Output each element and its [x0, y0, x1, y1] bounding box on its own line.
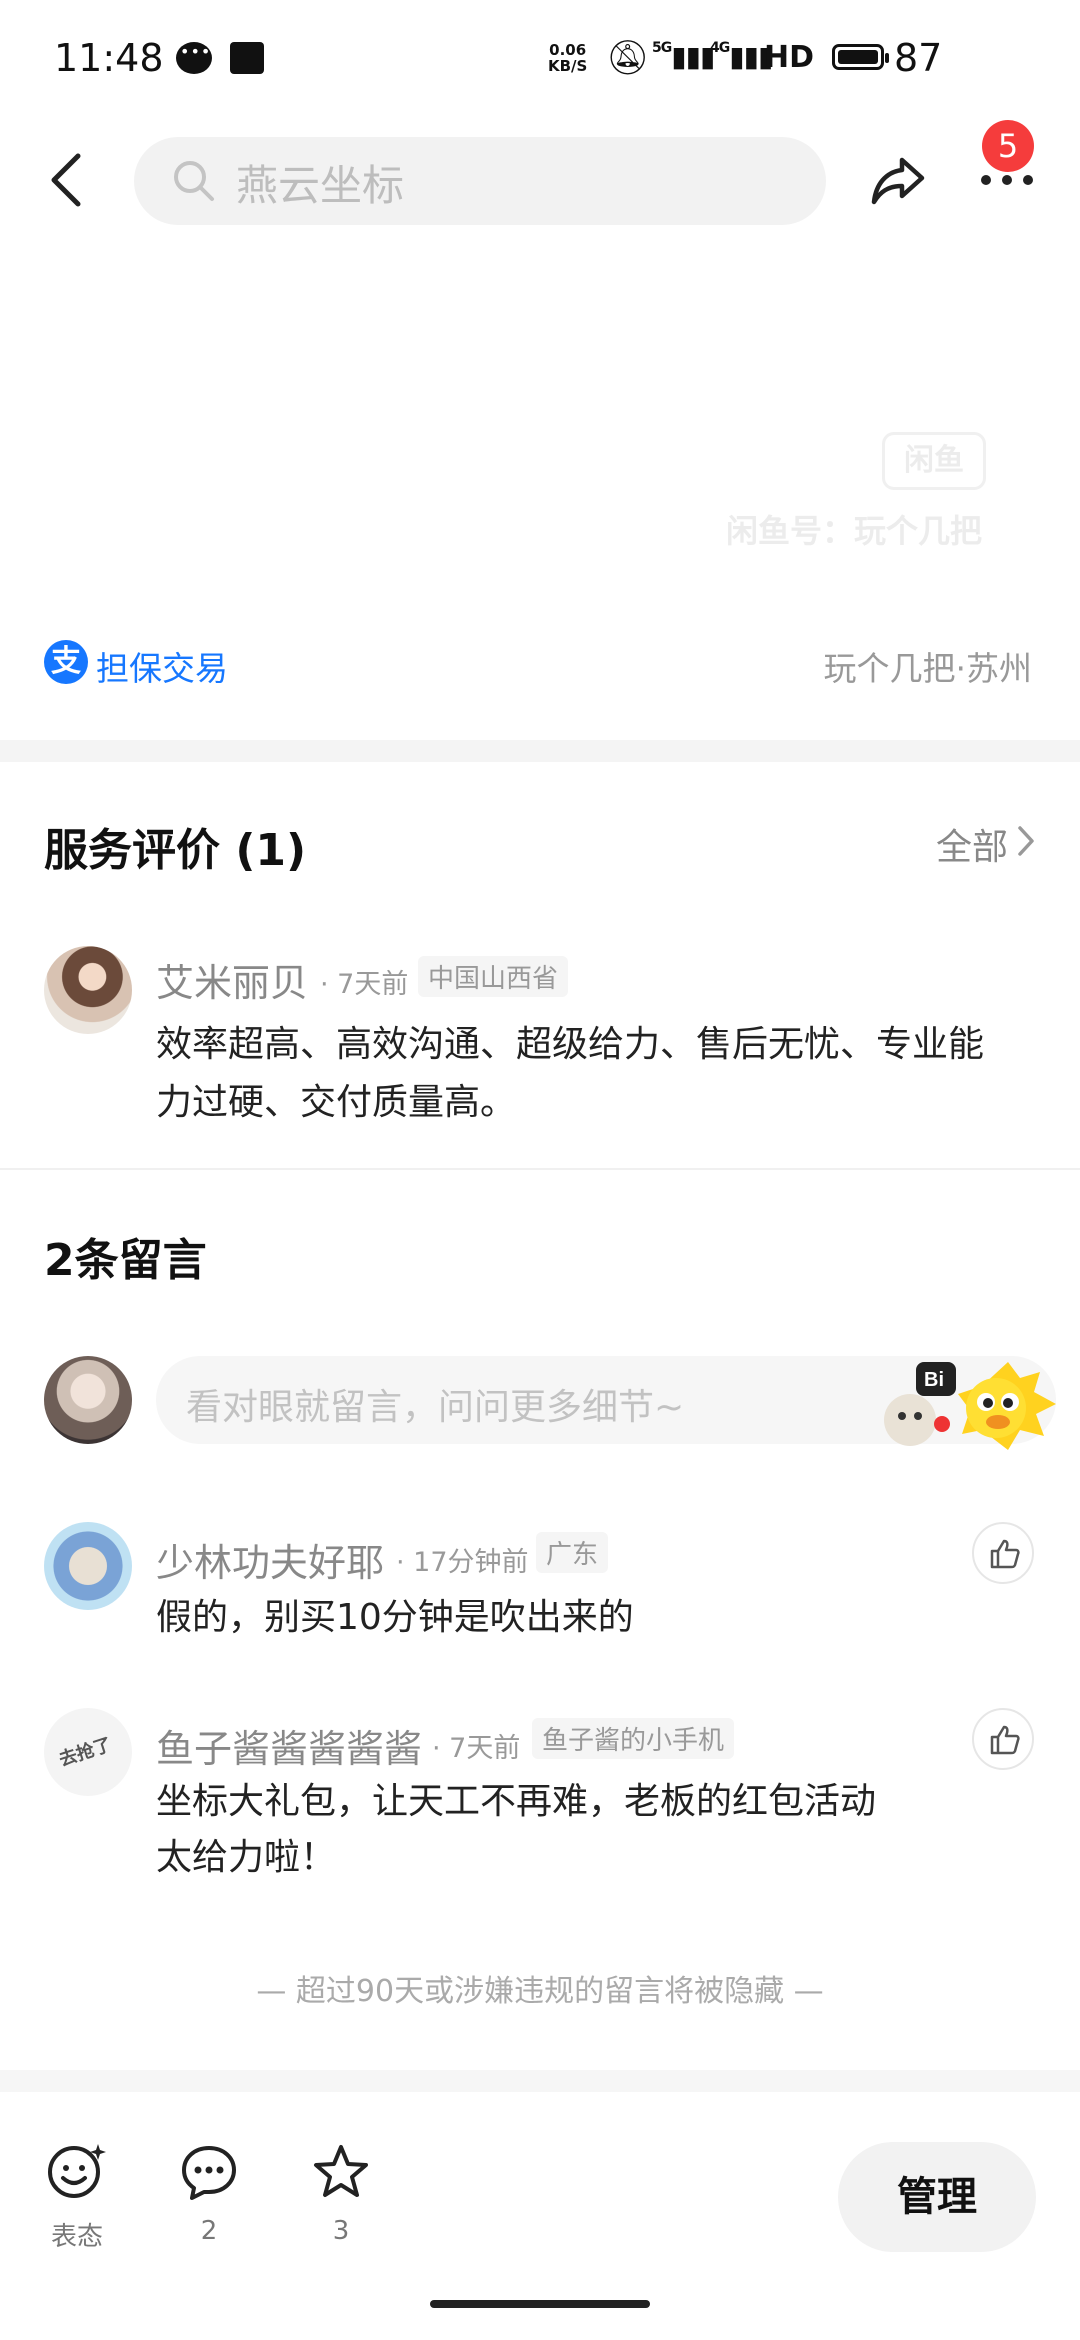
signal-5g: 5G▮▮▮ — [652, 40, 715, 73]
section-divider-line — [0, 1168, 1080, 1170]
network-speed-value: 0.06 — [549, 41, 587, 59]
bottom-divider — [0, 2070, 1080, 2092]
hidden-comments-note: — 超过90天或涉嫌违规的留言将被隐藏 — — [256, 1974, 824, 2009]
comments-title: 2条留言 — [44, 1235, 207, 1286]
fish-mascot-icon: Bi — [858, 1352, 1058, 1452]
hd-indicator: HD — [764, 40, 815, 75]
comment-count: 2 — [200, 2216, 218, 2246]
mute-bell-icon: 🔕︎ — [606, 38, 650, 78]
manage-button[interactable]: 管理 — [838, 2142, 1036, 2252]
search-icon — [170, 157, 218, 205]
home-indicator[interactable] — [430, 2300, 650, 2308]
battery-icon — [832, 44, 889, 70]
chevron-right-icon[interactable] — [1016, 824, 1036, 858]
search-input-text[interactable]: 燕云坐标 — [236, 152, 404, 213]
comment-time: · 17分钟前 — [396, 1547, 529, 1578]
back-arrow-icon[interactable] — [46, 150, 88, 210]
signal-5g-label: 5G — [652, 40, 672, 56]
reviewer-avatar[interactable] — [44, 946, 132, 1034]
comment-location-tag: 广东 — [536, 1532, 609, 1573]
message-notification-icon — [176, 42, 212, 74]
app-notification-icon — [230, 42, 264, 74]
commenter-name[interactable]: 少林功夫好耶 — [156, 1532, 384, 1587]
favorite-count: 3 — [332, 2216, 350, 2246]
thumbs-up-icon — [990, 1539, 1020, 1569]
guarantee-trade-label[interactable]: 担保交易 — [96, 642, 228, 690]
review-text: 效率超高、高效沟通、超级给力、售后无忧、专业能力过硬、交付质量高。 — [156, 1024, 985, 1123]
seller-location: 玩个几把·苏州 — [823, 649, 1033, 688]
like-button[interactable] — [972, 1522, 1034, 1584]
network-speed-unit: KB/S — [548, 57, 588, 75]
thumbs-up-icon — [990, 1725, 1020, 1755]
signal-4g-label: 4G — [710, 40, 730, 56]
comment-input-placeholder[interactable]: 看对眼就留言，问问更多细节~ — [186, 1378, 684, 1430]
emote-icon[interactable] — [46, 2140, 108, 2202]
comment-time: · 7天前 — [432, 1733, 521, 1764]
reviewer-name[interactable]: 艾米丽贝 — [156, 952, 308, 1007]
review-time: · 7天前 — [320, 969, 409, 1000]
review-location-tag: 中国山西省 — [418, 956, 569, 997]
comment-icon[interactable] — [178, 2142, 240, 2204]
share-icon[interactable] — [868, 148, 930, 210]
commenter-avatar[interactable] — [44, 1522, 132, 1610]
more-menu-icon[interactable] — [978, 170, 1036, 190]
section-divider — [0, 740, 1080, 762]
network-speed: 0.06 KB/S — [548, 42, 587, 74]
watermark-account: 闲鱼号：玩个几把 — [726, 512, 983, 550]
battery-percent: 87 — [894, 36, 943, 80]
notification-badge: 5 — [982, 120, 1034, 172]
alipay-icon: 支 — [44, 640, 88, 684]
reviews-title: 服务评价 (1) — [44, 825, 307, 876]
status-time: 11:48 — [54, 36, 164, 80]
my-avatar — [44, 1356, 132, 1444]
reviews-all-link[interactable]: 全部 — [936, 818, 1008, 870]
watermark-logo: 闲鱼 — [882, 432, 986, 490]
comment-text: 假的，别买10分钟是吹出来的 — [156, 1597, 634, 1638]
comment-device-tag: 鱼子酱的小手机 — [532, 1718, 735, 1759]
comment-text: 坐标大礼包，让天工不再难，老板的红包活动太给力啦！ — [156, 1781, 877, 1878]
star-icon[interactable] — [310, 2142, 372, 2204]
emote-label[interactable]: 表态 — [27, 2216, 127, 2253]
svg-text:Bi: Bi — [924, 1369, 944, 1391]
like-button[interactable] — [972, 1708, 1034, 1770]
commenter-name[interactable]: 鱼子酱酱酱酱酱 — [156, 1718, 422, 1773]
